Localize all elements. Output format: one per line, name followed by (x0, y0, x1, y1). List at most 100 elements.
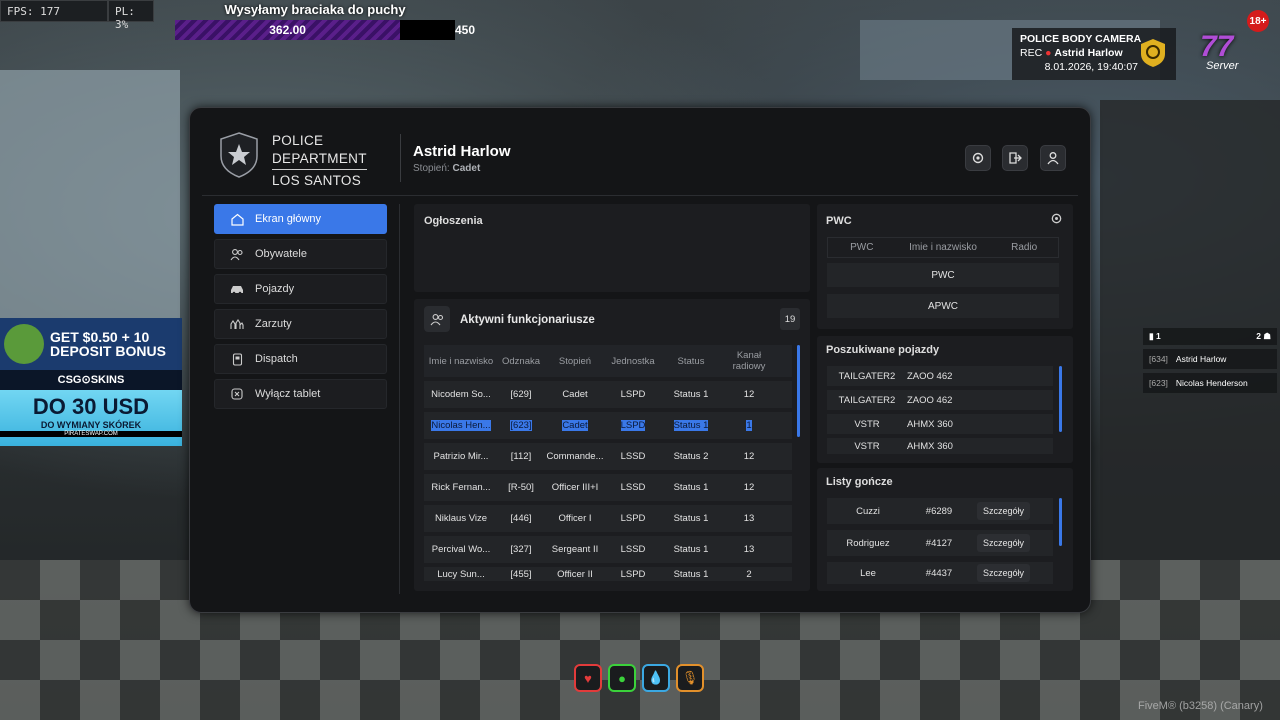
active-officers-panel: Aktywni funkcjonariusze 19 Imie i nazwis… (414, 299, 810, 591)
donation-goal: 450 (455, 23, 476, 37)
player-count-right: 2 ☗ (1256, 331, 1271, 341)
handcuffs-icon (229, 316, 245, 332)
sidebar-item-turn-off[interactable]: Wyłącz tablet (214, 379, 387, 409)
pwc-settings-button[interactable] (1050, 212, 1063, 230)
tablet-header: POLICE DEPARTMENT LOS SANTOS Astrid Harl… (202, 120, 1078, 196)
department-name: POLICE DEPARTMENT LOS SANTOS (272, 133, 367, 188)
age-rating-badge: 18+ (1247, 10, 1269, 32)
pwc-row[interactable]: PWC (827, 263, 1059, 287)
bodycam-overlay: POLICE BODY CAMERA REC ● Astrid Harlow 8… (1012, 28, 1176, 80)
ad-line2: DEPOSIT BONUS (50, 343, 166, 359)
fps-counter: FPS: 177 (0, 0, 108, 22)
logout-button[interactable] (1002, 145, 1028, 171)
background-map-board (0, 70, 180, 320)
list-item: Cuzzi #6289 Szczegóły (827, 498, 1053, 524)
police-department-logo (220, 132, 258, 178)
wanted-vehicles-title: Poszukiwane pojazdy (826, 344, 940, 356)
server-logo: 77 Server (1200, 30, 1260, 74)
list-item: [634] Astrid Harlow (1143, 349, 1277, 369)
sidebar-item-home[interactable]: Ekran główny (214, 204, 387, 234)
rec-label: REC (1020, 47, 1043, 59)
donation-progress-bar: 362.00 450 (175, 20, 475, 40)
details-button[interactable]: Szczegóły (977, 502, 1031, 520)
gear-icon (1051, 213, 1062, 224)
ad-headline: DO 30 USD (32, 394, 150, 419)
bodycam-officer-name: Astrid Harlow (1054, 47, 1123, 59)
player-status-hud: ♥ ● 💧 🎙 (574, 664, 704, 692)
server-number: 77 (1200, 30, 1234, 63)
officer-name: Astrid Harlow (413, 143, 511, 160)
sidebar-item-citizens[interactable]: Obywatele (214, 239, 387, 269)
table-header: Imie i nazwisko Odznaka Stopień Jednostk… (424, 345, 792, 377)
logout-icon (1009, 152, 1022, 164)
rec-dot-icon: ● (1045, 47, 1052, 59)
list-item[interactable]: VSTR AHMX 360 (827, 414, 1053, 434)
sidebar-item-vehicles[interactable]: Pojazdy (214, 274, 387, 304)
vehicles-scrollbar[interactable] (1059, 366, 1062, 432)
settings-button[interactable] (965, 145, 991, 171)
officers-icon (424, 306, 450, 332)
wanted-list-title: Listy gończe (826, 476, 893, 488)
server-label: Server (1206, 60, 1239, 72)
radio-icon (229, 351, 245, 367)
details-button[interactable]: Szczegóły (977, 534, 1031, 552)
table-row[interactable]: Nicolas Hen... [623] Cadet LSPD Status 11 (424, 412, 792, 439)
ad-subline: DO WYMIANY SKÓREK (40, 420, 142, 430)
donation-progress-fill: 362.00 (175, 20, 401, 40)
list-item: [623] Nicolas Henderson (1143, 373, 1277, 393)
active-officers-title: Aktywni funkcjonariusze (460, 314, 595, 326)
table-row[interactable]: Patrizio Mir... [112] Commande... LSSD Statu… (424, 443, 792, 470)
table-row[interactable]: Nicodem So... [629] Cadet LSPD Status 1 12 (424, 381, 792, 408)
profile-button[interactable] (1040, 145, 1066, 171)
sidebar-nav: Ekran główny Obywatele Pojazdy Zarzuty D… (214, 204, 387, 414)
home-icon (229, 211, 245, 227)
officers-scrollbar[interactable] (797, 345, 800, 437)
sponsor-ad: GET $0.50 + 10 DEPOSIT BONUS CSG⊙SKINS D… (0, 318, 182, 446)
apwc-row[interactable]: APWC (827, 294, 1059, 318)
table-row[interactable]: Rick Fernan... [R-50] Officer III+I LSSD Sta… (424, 474, 792, 501)
ad-line1: GET $0.50 + 10 (50, 329, 150, 345)
details-button[interactable]: Szczegóły (977, 564, 1031, 582)
gear-icon (972, 152, 984, 164)
car-icon (229, 281, 245, 297)
users-icon (229, 246, 245, 262)
wanted-vehicles-panel: Poszukiwane pojazdy TAILGATER2 ZAOO 462 T… (817, 336, 1073, 463)
list-item: Rodriguez #4127 Szczegóły (827, 530, 1053, 556)
police-badge-icon (1141, 39, 1165, 67)
pwc-title: PWC (826, 215, 852, 227)
heart-icon: ♥ (574, 664, 602, 692)
water-icon: 💧 (642, 664, 670, 692)
user-icon (1047, 152, 1059, 165)
table-row[interactable]: Percival Wo... [327] Sergeant II LSSD Status… (424, 536, 792, 563)
pwc-panel: PWC PWC Imie i nazwisko Radio PWC APWC (817, 204, 1073, 329)
active-officers-count: 19 (780, 308, 800, 330)
announcements-panel: Ogłoszenia (414, 204, 810, 292)
list-item[interactable]: VSTR AHMX 360 (827, 438, 1053, 454)
fivem-build-label: FiveM® (b3258) (Canary) (1138, 700, 1263, 712)
nearby-players-list: ▮ 1 2 ☗ [634] Astrid Harlow [623] Nicola… (1143, 328, 1277, 393)
table-row[interactable]: Lucy Sun... [455] Officer II LSPD Status 12 (424, 567, 792, 581)
pwc-table-header: PWC Imie i nazwisko Radio (827, 237, 1059, 258)
packet-loss: PL: 3% (108, 0, 154, 31)
table-row[interactable]: Niklaus Vize [446] Officer I LSPD Status 1 13 (424, 505, 792, 532)
police-tablet: POLICE DEPARTMENT LOS SANTOS Astrid Harl… (189, 107, 1091, 613)
officer-rank: Stopień: Cadet (413, 163, 481, 174)
wanted-scrollbar[interactable] (1059, 498, 1062, 546)
ad-url: PIRATESWAP.COM (0, 431, 182, 437)
list-item: Lee #4437 Szczegóły (827, 562, 1053, 584)
donation-current: 362.00 (269, 23, 306, 37)
mascot-icon (4, 324, 44, 364)
food-icon: ● (608, 664, 636, 692)
list-item[interactable]: TAILGATER2 ZAOO 462 (827, 366, 1053, 386)
announcements-title: Ogłoszenia (424, 215, 483, 227)
wanted-list-panel: Listy gończe Cuzzi #6289 Szczegóły Rodrigu… (817, 468, 1073, 591)
sidebar-item-dispatch[interactable]: Dispatch (214, 344, 387, 374)
player-count-left: ▮ 1 (1149, 331, 1161, 341)
ad-brand: CSG⊙SKINS (0, 370, 182, 390)
list-item[interactable]: TAILGATER2 ZAOO 462 (827, 390, 1053, 410)
officers-table: Imie i nazwisko Odznaka Stopień Jednostk… (424, 345, 792, 581)
fps-overlay: FPS: 177 PL: 3% (0, 0, 154, 31)
close-box-icon (229, 386, 245, 402)
donation-goal-title: Wysyłamy braciaka do puchy (224, 2, 406, 17)
sidebar-item-charges[interactable]: Zarzuty (214, 309, 387, 339)
